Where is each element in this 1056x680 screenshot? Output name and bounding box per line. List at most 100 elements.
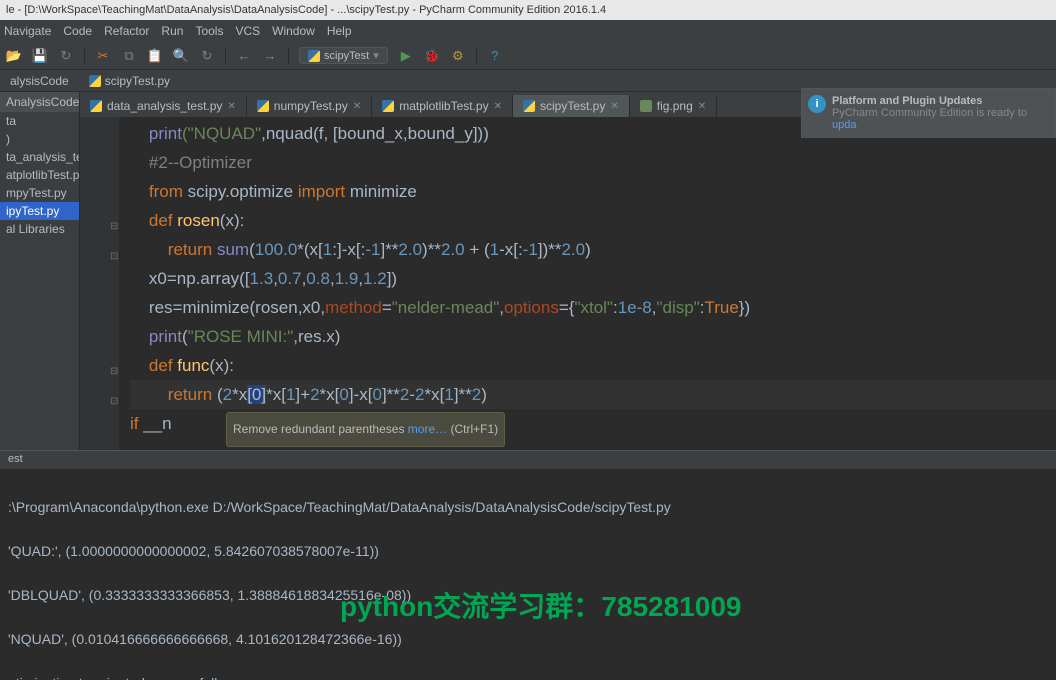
notification-text: PyCharm Community Edition is ready to <box>832 107 1027 119</box>
sidebar-item[interactable]: atplotlibTest.p <box>0 166 79 184</box>
main-menu-bar[interactable]: Navigate Code Refactor Run Tools VCS Win… <box>0 20 1056 42</box>
tab-label: scipyTest.py <box>540 99 605 113</box>
sidebar-item[interactable]: mpyTest.py <box>0 184 79 202</box>
code: 2 <box>400 385 409 404</box>
separator <box>84 47 85 65</box>
python-icon <box>382 100 394 112</box>
code: 2.0 <box>561 240 585 259</box>
code: 2 <box>310 385 319 404</box>
code: *(x[ <box>297 240 323 259</box>
tab-label: numpyTest.py <box>274 99 348 113</box>
help-icon[interactable]: ? <box>487 48 503 64</box>
main-toolbar: 📂 💾 ↻ ✂ ⧉ 📋 🔍 ↻ ← → scipyTest ▾ ▶ 🐞 ⚙ ? <box>0 42 1056 70</box>
editor-wrap: data_analysis_test.py✕ numpyTest.py ✕ mat… <box>80 92 1056 450</box>
close-icon[interactable]: ✕ <box>698 101 706 112</box>
python-icon <box>523 100 535 112</box>
fold-icon[interactable]: ⊡ <box>110 387 118 416</box>
breadcrumb-folder[interactable]: alysisCode <box>0 72 79 90</box>
notification-body: PyCharm Community Edition is ready to up… <box>832 107 1047 131</box>
open-icon[interactable]: 📂 <box>6 48 22 64</box>
code: "nelder-mead" <box>392 298 500 317</box>
code: "xtol" <box>574 298 613 317</box>
code: 2 <box>223 385 232 404</box>
code: [0] <box>247 385 266 404</box>
close-icon[interactable]: ✕ <box>610 101 618 112</box>
sidebar-item[interactable]: al Libraries <box>0 220 79 238</box>
close-icon[interactable]: ✕ <box>353 101 361 112</box>
editor-tab[interactable]: numpyTest.py ✕ <box>247 95 372 117</box>
run-console[interactable]: :\Program\Anaconda\python.exe D:/WorkSpa… <box>0 470 1056 680</box>
sidebar-item-active[interactable]: ipyTest.py <box>0 202 79 220</box>
code: ,res.x) <box>293 327 340 346</box>
run-tool-header[interactable]: est <box>0 450 1056 470</box>
code: import <box>298 182 345 201</box>
close-icon[interactable]: ✕ <box>494 101 502 112</box>
settings-icon[interactable]: ⚙ <box>450 48 466 64</box>
copy-icon[interactable]: ⧉ <box>121 48 137 64</box>
replace-icon[interactable]: ↻ <box>199 48 215 64</box>
code-comment: #2--Optimizer <box>149 153 252 172</box>
menu-code[interactable]: Code <box>63 24 92 38</box>
breadcrumb-file[interactable]: scipyTest.py <box>79 72 180 90</box>
fold-icon[interactable]: ⊡ <box>110 242 118 271</box>
refresh-icon[interactable]: ↻ <box>58 48 74 64</box>
sidebar-item[interactable]: ta_analysis_tes <box>0 148 79 166</box>
notification-link[interactable]: upda <box>832 119 856 131</box>
fold-icon[interactable]: ⊟ <box>110 357 118 386</box>
code: (x): <box>220 211 245 230</box>
editor-tab[interactable]: matplotlibTest.py ✕ <box>372 95 513 117</box>
code: options <box>504 298 559 317</box>
paste-icon[interactable]: 📋 <box>147 48 163 64</box>
sidebar-item[interactable]: ) <box>0 130 79 148</box>
python-icon <box>308 50 320 62</box>
cut-icon[interactable]: ✂ <box>95 48 111 64</box>
code: (x): <box>209 356 234 375</box>
code: __n <box>139 414 172 433</box>
sidebar-header[interactable]: AnalysisCode <box>0 92 79 112</box>
code-editor[interactable]: ⊟ ⊡ ⊟ ⊡ print("NQUAD",nquad(f, [bound_x,… <box>80 117 1056 450</box>
notification-popup[interactable]: i Platform and Plugin Updates PyCharm Co… <box>801 88 1056 138</box>
sidebar-item[interactable]: ta <box>0 112 79 130</box>
menu-help[interactable]: Help <box>327 24 352 38</box>
breadcrumb-label: alysisCode <box>10 74 69 88</box>
close-icon[interactable]: ✕ <box>227 101 235 112</box>
code: def <box>149 356 177 375</box>
back-icon[interactable]: ← <box>236 48 252 64</box>
code: :]-x[: <box>332 240 365 259</box>
editor-tab[interactable]: data_analysis_test.py✕ <box>80 95 247 117</box>
code: 1e-8 <box>618 298 652 317</box>
run-config-selector[interactable]: scipyTest ▾ <box>299 47 388 64</box>
editor-tab-active[interactable]: scipyTest.py ✕ <box>513 95 630 117</box>
save-icon[interactable]: 💾 <box>32 48 48 64</box>
editor-tab[interactable]: fig.png✕ <box>630 95 717 117</box>
console-line: ptimization terminated successfully. <box>8 672 1048 680</box>
code: -1 <box>523 240 538 259</box>
menu-vcs[interactable]: VCS <box>235 24 260 38</box>
menu-run[interactable]: Run <box>161 24 183 38</box>
forward-icon[interactable]: → <box>262 48 278 64</box>
editor-gutter[interactable]: ⊟ ⊡ ⊟ ⊡ <box>80 117 120 450</box>
code: )** <box>422 240 441 259</box>
code: True <box>704 298 738 317</box>
menu-window[interactable]: Window <box>272 24 315 38</box>
tab-label: matplotlibTest.py <box>399 99 488 113</box>
code: "ROSE MINI:" <box>188 327 294 346</box>
menu-refactor[interactable]: Refactor <box>104 24 149 38</box>
find-icon[interactable]: 🔍 <box>173 48 189 64</box>
image-icon <box>640 100 652 112</box>
code: ={ <box>559 298 575 317</box>
inspection-hint[interactable]: Remove redundant parentheses more… (Ctrl… <box>226 412 505 447</box>
project-sidebar[interactable]: AnalysisCode ta ) ta_analysis_tes atplot… <box>0 92 80 450</box>
code: 1 <box>323 240 332 259</box>
fold-icon[interactable]: ⊟ <box>110 212 118 241</box>
code: 1.3 <box>250 269 274 288</box>
menu-navigate[interactable]: Navigate <box>4 24 51 38</box>
menu-tools[interactable]: Tools <box>195 24 223 38</box>
separator <box>288 47 289 65</box>
debug-icon[interactable]: 🐞 <box>424 48 440 64</box>
code: if <box>130 414 139 433</box>
hint-link[interactable]: more… <box>408 422 447 436</box>
run-icon[interactable]: ▶ <box>398 48 414 64</box>
code: + ( <box>465 240 490 259</box>
code: ])** <box>538 240 562 259</box>
